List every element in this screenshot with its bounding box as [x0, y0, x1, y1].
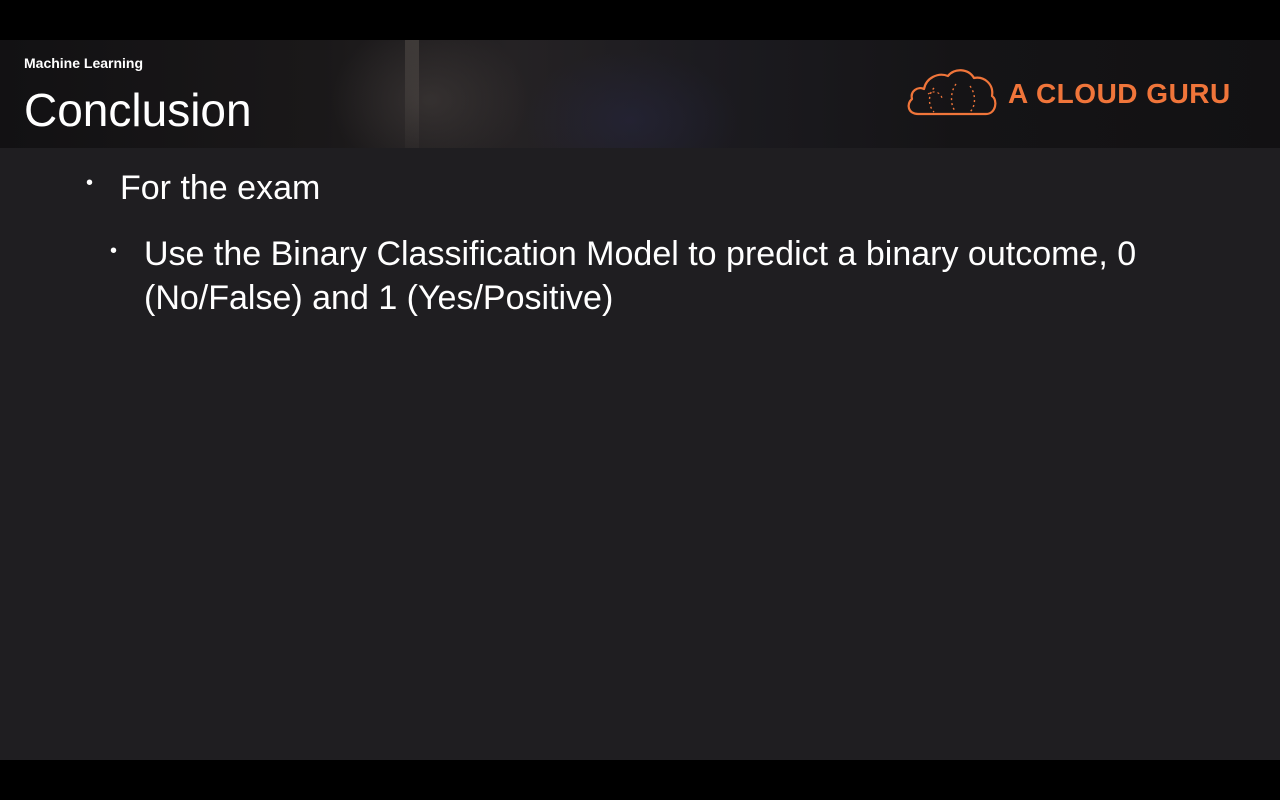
bullet-text: Use the Binary Classification Model to p… [144, 235, 1137, 317]
bullet-marker: • [110, 240, 118, 262]
cloud-logo-icon [907, 69, 997, 116]
video-background-shape [520, 50, 740, 148]
video-background-shape [405, 40, 419, 148]
slide-header: Machine Learning Conclusion A CLOUD GURU [0, 40, 1280, 148]
letterbox-bottom [0, 760, 1280, 800]
slide-title: Conclusion [24, 84, 252, 136]
brand-name: A CLOUD GURU [1008, 78, 1231, 109]
bullet-text: For the exam [120, 169, 321, 207]
slide: Machine Learning Conclusion A CLOUD GURU… [0, 40, 1280, 760]
course-label: Machine Learning [24, 55, 144, 71]
brand-logo: A CLOUD GURU [904, 66, 1244, 122]
bullet-marker: • [86, 172, 94, 194]
letterbox-top [0, 0, 1280, 40]
video-background-shape [330, 40, 530, 148]
slide-content: • For the exam • Use the Binary Classifi… [0, 148, 1280, 760]
